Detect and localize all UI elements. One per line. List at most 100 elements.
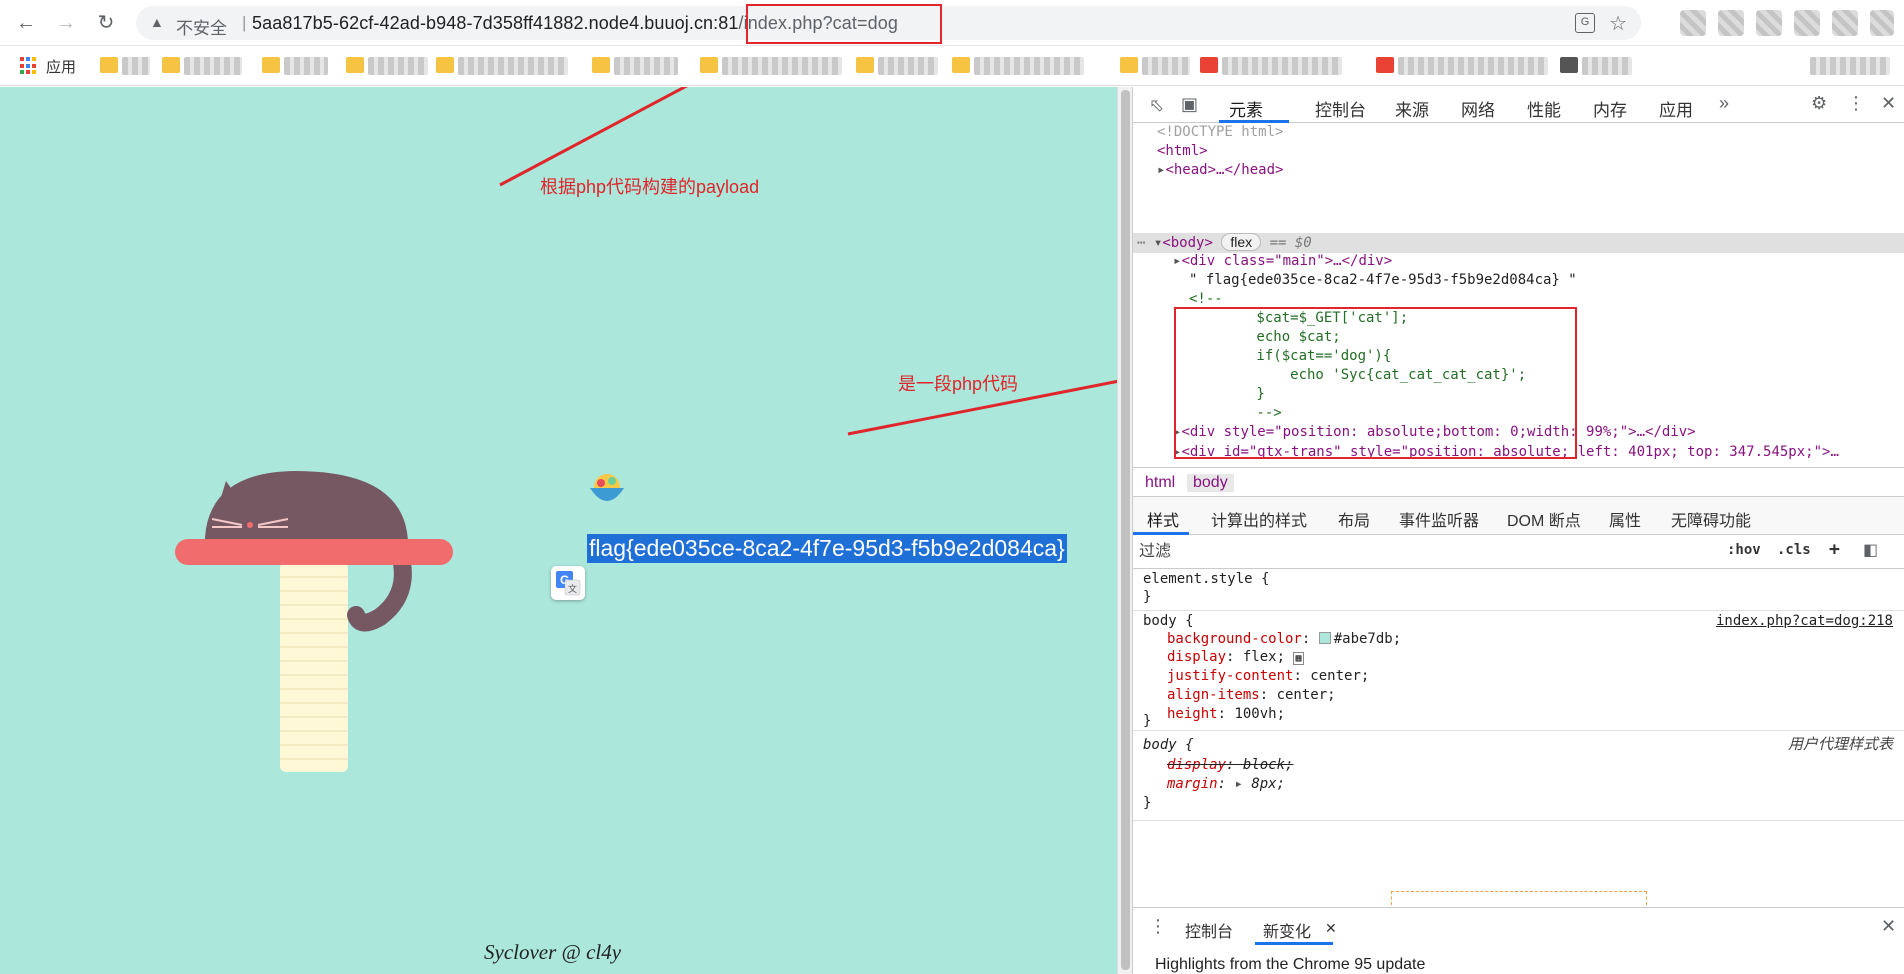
cls-button[interactable]: .cls [1777, 542, 1811, 558]
flag-text-selected[interactable]: flag{ede035ce-8ca2-4f7e-95d3-f5b9e2d084c… [587, 534, 1067, 563]
bookmark-favicon[interactable] [1200, 57, 1218, 73]
extension-icon[interactable] [1794, 10, 1820, 36]
bookmark-star-icon[interactable]: ☆ [1609, 11, 1627, 36]
new-rule-button[interactable]: + [1829, 539, 1840, 560]
folder-icon[interactable] [262, 57, 280, 73]
apps-label[interactable]: 应用 [46, 56, 76, 77]
page-scrollbar[interactable] [1117, 87, 1132, 974]
css-property[interactable]: background-color: #abe7db; [1167, 629, 1401, 649]
bookmark-item[interactable] [1810, 57, 1890, 75]
hov-button[interactable]: :hov [1727, 542, 1761, 558]
flexbox-editor-icon[interactable]: ▦ [1293, 652, 1304, 665]
extension-icon[interactable] [1756, 10, 1782, 36]
filter-input[interactable] [1139, 541, 1715, 563]
bookmark-favicon[interactable] [1560, 57, 1578, 73]
bookmark-favicon[interactable] [1376, 57, 1394, 73]
warning-icon: ▲ [150, 14, 164, 30]
code-highlight-box [1174, 307, 1577, 459]
tab-computed[interactable]: 计算出的样式 [1211, 507, 1307, 531]
bookmark-item[interactable] [1142, 57, 1190, 75]
head-node[interactable]: ▸<head>…</head> [1157, 161, 1283, 180]
crumb-body[interactable]: body [1187, 474, 1234, 492]
reload-icon[interactable]: ↻ [92, 9, 120, 37]
drawer-tab-whats-new[interactable]: 新变化 [1263, 918, 1311, 942]
profile-avatar[interactable] [1832, 10, 1858, 36]
folder-icon[interactable] [162, 57, 180, 73]
tab-memory[interactable]: 内存 [1593, 96, 1627, 121]
folder-icon[interactable] [436, 57, 454, 73]
tab-elements[interactable]: 元素 [1229, 96, 1263, 121]
back-icon[interactable]: ← [12, 9, 40, 37]
google-translate-icon[interactable]: G 文 [551, 566, 585, 600]
extension-icon[interactable] [1680, 10, 1706, 36]
menu-icon[interactable] [1870, 10, 1894, 36]
drawer-menu-icon[interactable]: ⋮ [1149, 916, 1167, 937]
tab-properties[interactable]: 属性 [1609, 507, 1641, 531]
tab-event-listeners[interactable]: 事件监听器 [1399, 507, 1479, 531]
more-tabs-icon[interactable]: » [1719, 93, 1729, 114]
bookmark-item[interactable] [458, 57, 568, 75]
kebab-menu-icon[interactable]: ⋮ [1847, 93, 1865, 114]
bookmark-item[interactable] [722, 57, 842, 75]
folder-icon[interactable] [952, 57, 970, 73]
flex-badge[interactable]: flex [1221, 233, 1262, 251]
folder-icon[interactable] [700, 57, 718, 73]
bookmark-item[interactable] [368, 57, 428, 75]
tab-styles[interactable]: 样式 [1147, 507, 1179, 531]
div-main-node[interactable]: ▸<div class="main">…</div> [1173, 252, 1392, 271]
dollar-zero: == $0 [1269, 235, 1312, 251]
folder-icon[interactable] [592, 57, 610, 73]
rule-selector[interactable]: element.style { [1143, 569, 1269, 589]
device-toolbar-icon[interactable]: ▣ [1181, 94, 1198, 115]
folder-icon[interactable] [346, 57, 364, 73]
bookmark-item[interactable] [184, 57, 242, 75]
translate-icon[interactable]: G [1575, 13, 1595, 33]
bookmark-item[interactable] [878, 57, 938, 75]
rule-selector[interactable]: body { [1143, 735, 1194, 755]
css-property[interactable]: display: flex; ▦ [1167, 647, 1304, 667]
toggle-sidebar-icon[interactable]: ◧ [1863, 540, 1878, 560]
folder-icon[interactable] [1120, 57, 1138, 73]
extension-icon[interactable] [1718, 10, 1744, 36]
bookmark-item[interactable] [974, 57, 1084, 75]
bookmark-item[interactable] [1222, 57, 1342, 75]
drawer-tab-console[interactable]: 控制台 [1185, 918, 1233, 942]
tab-application[interactable]: 应用 [1659, 96, 1693, 121]
inspect-element-icon[interactable]: ⬁ [1149, 95, 1164, 116]
close-tab-icon[interactable]: ✕ [1325, 920, 1337, 937]
tab-layout[interactable]: 布局 [1338, 507, 1370, 531]
drawer-tab-indicator [1255, 942, 1333, 945]
css-property[interactable]: align-items: center; [1167, 685, 1336, 705]
css-property[interactable]: height: 100vh; [1167, 704, 1285, 724]
css-property[interactable]: display: block; [1167, 755, 1293, 775]
folder-icon[interactable] [100, 57, 118, 73]
tab-accessibility[interactable]: 无障碍功能 [1671, 507, 1751, 531]
bookmark-item[interactable] [122, 57, 150, 75]
doctype-node[interactable]: <!DOCTYPE html> [1157, 123, 1283, 142]
forward-icon[interactable]: → [52, 9, 80, 37]
settings-gear-icon[interactable]: ⚙ [1811, 93, 1827, 114]
apps-icon[interactable] [20, 57, 38, 75]
bookmark-item[interactable] [1582, 57, 1632, 75]
bookmark-item[interactable] [614, 57, 678, 75]
css-property[interactable]: margin: ▸ 8px; [1167, 774, 1285, 794]
tab-sources[interactable]: 来源 [1395, 96, 1429, 121]
body-node[interactable]: ⋯ ▾<body> flex == $0 [1137, 233, 1312, 252]
tab-console[interactable]: 控制台 [1315, 96, 1366, 121]
close-devtools-icon[interactable]: ✕ [1881, 93, 1896, 114]
bookmark-item[interactable] [284, 57, 328, 75]
flag-text-node[interactable]: " flag{ede035ce-8ca2-4f7e-95d3-f5b9e2d08… [1189, 271, 1577, 290]
rule-selector[interactable]: body { [1143, 611, 1194, 631]
css-property[interactable]: justify-content: center; [1167, 666, 1369, 686]
tab-dom-breakpoints[interactable]: DOM 断点 [1507, 507, 1581, 531]
crumb-html[interactable]: html [1139, 474, 1181, 492]
tab-network[interactable]: 网络 [1461, 96, 1495, 121]
bookmark-item[interactable] [1398, 57, 1548, 75]
color-swatch[interactable] [1318, 632, 1331, 644]
close-drawer-icon[interactable]: ✕ [1881, 916, 1896, 937]
head-node-text: <head>…</head> [1165, 162, 1284, 178]
tab-performance[interactable]: 性能 [1527, 96, 1561, 121]
folder-icon[interactable] [856, 57, 874, 73]
html-node[interactable]: <html> [1157, 142, 1208, 161]
rule-source-link[interactable]: index.php?cat=dog:218 [1716, 611, 1893, 631]
